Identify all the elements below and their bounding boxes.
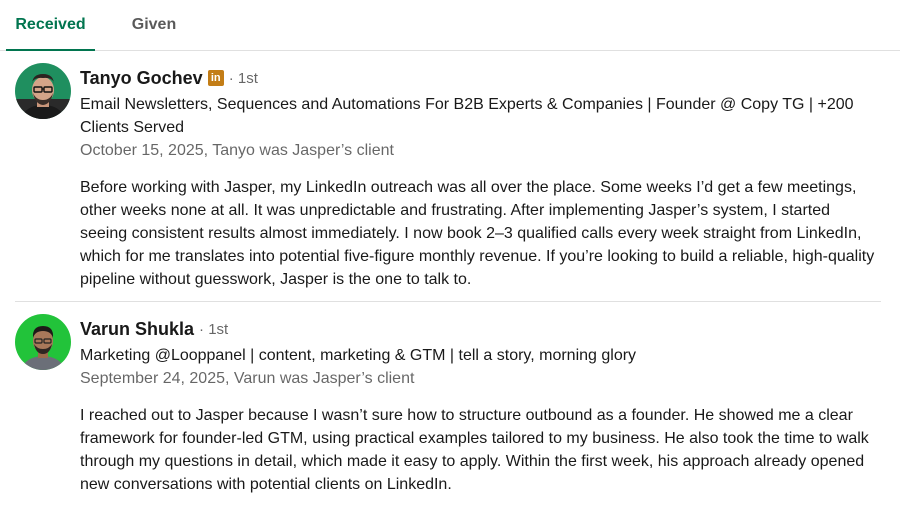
recommendation-tabs: Received Given	[0, 0, 900, 51]
tab-given[interactable]: Given	[122, 0, 186, 50]
recommendation-meta: October 15, 2025, Tanyo was Jasper’s cli…	[80, 142, 394, 159]
recommender-name[interactable]: Tanyo Gochev	[80, 68, 203, 89]
connection-degree: · 1st	[199, 320, 229, 338]
avatar[interactable]	[15, 314, 71, 370]
recommender-headline: Marketing @Looppanel | content, marketin…	[80, 347, 637, 364]
recommendation-content: Tanyo Gochev in · 1st Email Newsletters,…	[80, 63, 890, 291]
name-line: Tanyo Gochev in · 1st	[80, 63, 890, 93]
connection-degree: · 1st	[228, 69, 258, 87]
linkedin-badge-icon: in	[207, 70, 224, 86]
name-line: Varun Shukla · 1st	[80, 314, 890, 344]
divider	[15, 301, 881, 302]
recommendation-text: Before working with Jasper, my LinkedIn …	[80, 179, 875, 288]
recommendation-meta: September 24, 2025, Varun was Jasper’s c…	[80, 370, 415, 387]
recommender-headline: Email Newsletters, Sequences and Automat…	[80, 96, 854, 136]
recommendation-content: Varun Shukla · 1st Marketing @Looppanel …	[80, 314, 890, 496]
profile-photo-icon	[15, 314, 71, 370]
recommendation-text: I reached out to Jasper because I wasn’t…	[80, 407, 869, 493]
profile-photo-icon	[15, 63, 71, 119]
avatar[interactable]	[15, 63, 71, 119]
recommender-name[interactable]: Varun Shukla	[80, 319, 194, 340]
tab-received[interactable]: Received	[6, 0, 95, 51]
recommendations-panel: Received Given Tanyo Gochev in · 1st Ema…	[0, 0, 900, 506]
